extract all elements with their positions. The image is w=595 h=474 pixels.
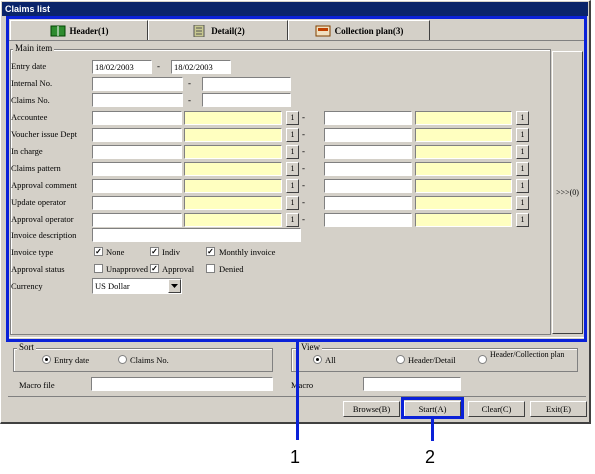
callout-line-1	[296, 342, 299, 440]
browse-button[interactable]: Browse(B)	[343, 401, 400, 417]
macro-file-label: Macro file	[19, 380, 55, 390]
sort-claims-no-radio[interactable]	[118, 355, 127, 364]
view-header-collection-radio[interactable]	[478, 355, 487, 364]
clear-button[interactable]: Clear(C)	[468, 401, 525, 417]
callout-number-1: 1	[290, 447, 301, 467]
macro-file-field[interactable]	[91, 377, 273, 391]
view-all-radio[interactable]	[313, 355, 322, 364]
callout-number-2: 2	[425, 447, 436, 467]
exit-button[interactable]: Exit(E)	[530, 401, 587, 417]
view-all-label: All	[325, 355, 336, 365]
macro-label: Macro	[291, 380, 314, 390]
view-header-detail-label: Header/Detail	[408, 355, 456, 365]
highlight-box-2	[401, 397, 464, 419]
sort-entry-date-radio[interactable]	[42, 355, 51, 364]
sort-claims-no-label: Claims No.	[130, 355, 169, 365]
macro-field[interactable]	[363, 377, 461, 391]
sort-entry-date-label: Entry date	[54, 355, 90, 365]
callout-line-2	[431, 419, 434, 441]
highlight-box-1	[6, 16, 587, 342]
view-header-detail-radio[interactable]	[396, 355, 405, 364]
sort-label: Sort	[17, 342, 37, 352]
view-label: View	[299, 342, 322, 352]
view-header-collection-label: Header/Collection plan	[490, 350, 565, 359]
window-title: Claims list	[2, 2, 588, 16]
